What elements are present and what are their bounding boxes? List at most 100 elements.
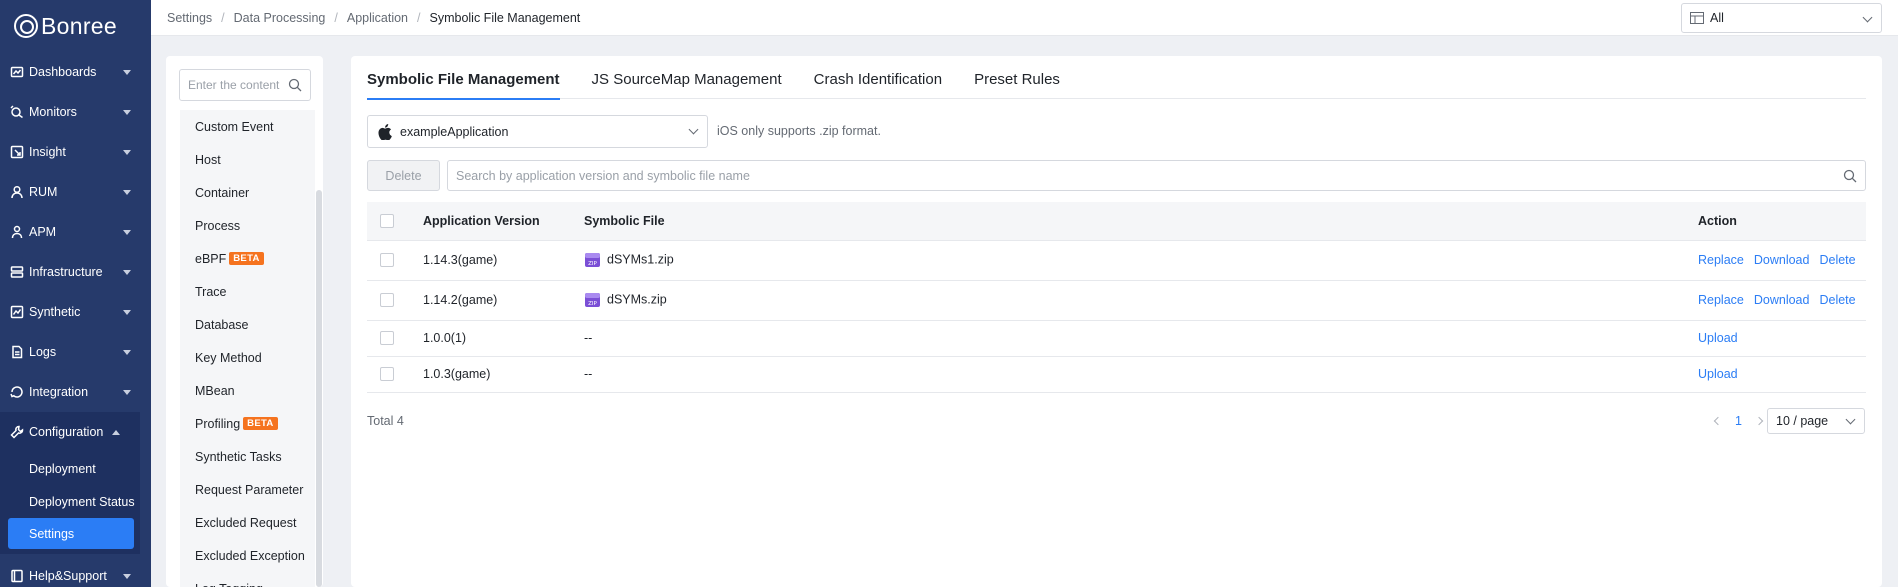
app-list-icon [1690,12,1704,24]
apm-icon [10,225,24,239]
file-cell: ZIP dSYMs1.zip [584,240,1698,281]
category-item-label: eBPF [195,251,227,266]
sidebar-item-apm[interactable]: APM [0,212,151,252]
sidebar: Bonree Dashboards Monitors Insight RUM APM In… [0,0,151,587]
file-name: dSYMs1.zip [607,252,674,267]
sidebar-item-label: Synthetic [29,305,81,319]
delete-link[interactable]: Delete [1819,253,1855,267]
column-header-action: Action [1698,202,1866,241]
prev-page-icon[interactable] [1713,416,1723,426]
insight-icon [10,145,24,159]
download-link[interactable]: Download [1754,293,1810,307]
category-item-custom-event[interactable]: Custom Event [180,110,315,143]
sidebar-item-monitors[interactable]: Monitors [0,92,151,132]
search-icon[interactable] [1843,169,1857,183]
category-item-label: Excluded Exception [195,548,305,563]
category-item-mbean[interactable]: MBean [180,374,315,407]
delete-link[interactable]: Delete [1819,293,1855,307]
sidebar-subitem-deployment-status[interactable]: Deployment Status [0,485,140,518]
chevron-down-icon [688,124,699,135]
category-item-label: Custom Event [195,119,274,134]
action-cell: Replace Download Delete [1698,240,1866,281]
sidebar-subitem-settings[interactable]: Settings [8,518,134,549]
category-item-synthetic-tasks[interactable]: Synthetic Tasks [180,440,315,473]
category-list: Custom Event Host Container Process eBPF BETA… [180,110,315,587]
replace-link[interactable]: Replace [1698,253,1744,267]
category-item-request-parameter[interactable]: Request Parameter [180,473,315,506]
ios-format-note: iOS only supports .zip format. [717,124,881,138]
sidebar-item-label: Configuration [29,425,104,439]
sidebar-item-help-support[interactable]: Help&Support [0,556,151,587]
download-link[interactable]: Download [1754,253,1810,267]
select-all-checkbox[interactable] [380,214,394,229]
sidebar-item-integration[interactable]: Integration [0,372,151,412]
sidebar-item-synthetic[interactable]: Synthetic [0,292,151,332]
scope-select[interactable]: All [1681,3,1882,33]
category-item-excluded-request[interactable]: Excluded Request [180,506,315,539]
page-number[interactable]: 1 [1735,414,1742,428]
version-cell: 1.0.0(1) [423,320,584,357]
category-search-input[interactable]: Enter the content [179,69,311,101]
symbol-file-search-input[interactable]: Search by application version and symbol… [447,160,1866,191]
category-item-trace[interactable]: Trace [180,275,315,308]
sidebar-item-logs[interactable]: Logs [0,332,151,372]
category-item-log-tagging[interactable]: Log Tagging [180,572,315,587]
tab-symbolic-file-management[interactable]: Symbolic File Management [367,56,560,100]
row-checkbox[interactable] [380,293,394,308]
category-item-profiling[interactable]: Profiling BETA [180,407,315,440]
table-row: 1.14.2(game) ZIP dSYMs.zip Replace Download D… [367,280,1866,321]
upload-link[interactable]: Upload [1698,367,1738,381]
replace-link[interactable]: Replace [1698,293,1744,307]
caret-down-icon [123,70,131,75]
table-header-row: Application Version Symbolic File Action [367,202,1866,241]
upload-link[interactable]: Upload [1698,331,1738,345]
action-cell: Upload [1698,320,1866,357]
file-name: -- [584,367,593,381]
main-panel: Symbolic File Management JS SourceMap Ma… [351,56,1882,587]
sidebar-item-infrastructure[interactable]: Infrastructure [0,252,151,292]
file-cell: ZIP dSYMs.zip [584,280,1698,321]
sidebar-subitem-deployment[interactable]: Deployment [0,452,140,485]
symbol-file-table: Application Version Symbolic File Action… [367,202,1866,393]
category-item-host[interactable]: Host [180,143,315,176]
bulk-delete-button[interactable]: Delete [367,160,440,191]
caret-down-icon [123,270,131,275]
category-item-key-method[interactable]: Key Method [180,341,315,374]
row-checkbox[interactable] [380,331,394,346]
category-item-label: Profiling [195,416,241,431]
pagination: 1 [1713,414,1764,428]
tab-crash-identification[interactable]: Crash Identification [814,56,942,99]
tab-js-sourcemap-management[interactable]: JS SourceMap Management [592,56,782,99]
category-item-database[interactable]: Database [180,308,315,341]
caret-down-icon [123,150,131,155]
search-icon[interactable] [288,78,302,92]
application-select[interactable]: exampleApplication [367,115,708,148]
next-page-icon[interactable] [1754,416,1764,426]
file-cell: -- [584,320,1698,357]
breadcrumb-current: Symbolic File Management [429,10,581,25]
infrastructure-icon [10,265,24,279]
caret-up-icon [112,430,120,435]
breadcrumb-application[interactable]: Application [347,11,408,25]
monitor-icon [10,105,24,119]
sidebar-item-insight[interactable]: Insight [0,132,151,172]
category-list-scrollbar[interactable] [316,190,322,587]
category-item-process[interactable]: Process [180,209,315,242]
row-checkbox[interactable] [380,367,394,382]
total-count: Total 4 [367,414,404,428]
sidebar-item-label: Help&Support [29,569,107,583]
breadcrumb-settings[interactable]: Settings [167,11,212,25]
breadcrumb-data-processing[interactable]: Data Processing [234,11,326,25]
sidebar-item-dashboards[interactable]: Dashboards [0,52,151,92]
category-item-ebpf[interactable]: eBPF BETA [180,242,315,275]
sidebar-item-rum[interactable]: RUM [0,172,151,212]
category-item-container[interactable]: Container [180,176,315,209]
page-size-select[interactable]: 10 / page [1767,408,1865,434]
sidebar-item-configuration[interactable]: Configuration [0,412,140,452]
row-checkbox[interactable] [380,253,394,268]
caret-down-icon [123,190,131,195]
file-name: -- [584,331,593,345]
category-item-excluded-exception[interactable]: Excluded Exception [180,539,315,572]
brand-logo[interactable]: Bonree [0,0,151,52]
tab-preset-rules[interactable]: Preset Rules [974,56,1060,99]
